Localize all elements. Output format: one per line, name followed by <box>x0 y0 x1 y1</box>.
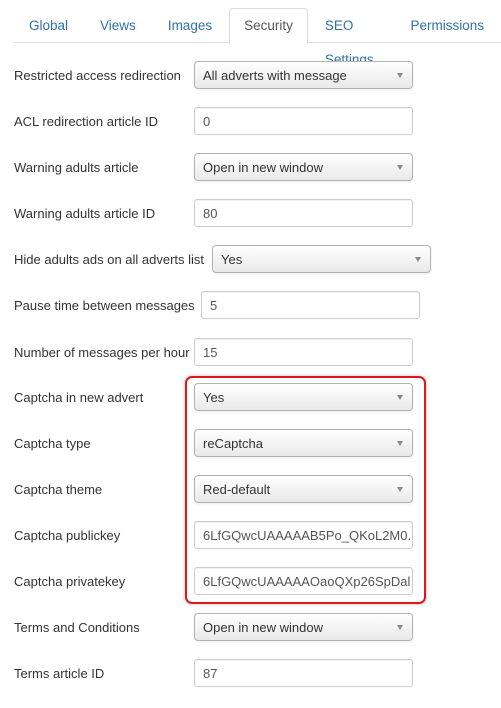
tab-images[interactable]: Images <box>153 8 227 43</box>
pause-time-input[interactable]: 5 <box>201 291 420 319</box>
terms-and-conditions-label: Terms and Conditions <box>14 619 140 635</box>
captcha-privatekey-input[interactable]: 6LfGQwcUAAAAAOaoQXp26SpDal <box>194 567 413 595</box>
tab-permissions[interactable]: Permissions <box>395 8 499 43</box>
tab-seo-settings[interactable]: SEO Settings <box>310 8 394 67</box>
captcha-type-select[interactable]: reCaptcha <box>194 429 413 457</box>
terms-article-id-row: Terms article ID <box>14 659 104 687</box>
captcha-publickey-row: Captcha publickey <box>14 521 120 549</box>
captcha-in-new-advert-row: Captcha in new advert <box>14 383 143 411</box>
acl-redirection-article-id-value: 0 <box>203 113 211 129</box>
restricted-access-redirection-select[interactable]: All adverts with message <box>194 61 413 89</box>
warning-adults-article-id-input[interactable]: 80 <box>194 199 413 227</box>
captcha-in-new-advert-select[interactable]: Yes <box>194 383 413 411</box>
hide-adults-ads-label: Hide adults ads on all adverts list <box>14 251 205 267</box>
chevron-down-icon <box>397 625 403 630</box>
captcha-privatekey-row: Captcha privatekey <box>14 567 125 595</box>
pause-time-value: 5 <box>210 297 218 313</box>
tab-views[interactable]: Views <box>85 8 151 43</box>
terms-and-conditions-select[interactable]: Open in new window <box>194 613 413 641</box>
hide-adults-ads-row: Hide adults ads on all adverts list <box>14 245 204 273</box>
acl-redirection-article-id-label: ACL redirection article ID <box>14 113 159 129</box>
restricted-access-redirection-value: All adverts with message <box>203 67 347 83</box>
terms-and-conditions-row: Terms and Conditions <box>14 613 140 641</box>
messages-per-hour-value: 15 <box>203 344 218 360</box>
restricted-access-redirection-label: Restricted access redirection <box>14 67 181 83</box>
pause-time-label: Pause time between messages <box>14 297 195 313</box>
settings-tabs: Global Views Images Security SEO Setting… <box>14 8 501 67</box>
chevron-down-icon <box>397 487 403 492</box>
pause-time-row: Pause time between messages <box>14 291 195 319</box>
chevron-down-icon <box>397 395 403 400</box>
chevron-down-icon <box>397 441 403 446</box>
acl-redirection-article-id-input[interactable]: 0 <box>194 107 413 135</box>
captcha-publickey-input[interactable]: 6LfGQwcUAAAAAB5Po_QKoL2M0. <box>194 521 413 549</box>
hide-adults-ads-select[interactable]: Yes <box>212 245 431 273</box>
terms-article-id-value: 87 <box>203 665 218 681</box>
terms-article-id-input[interactable]: 87 <box>194 659 413 687</box>
captcha-privatekey-value: 6LfGQwcUAAAAAOaoQXp26SpDal <box>203 573 411 589</box>
captcha-privatekey-label: Captcha privatekey <box>14 573 126 589</box>
messages-per-hour-input[interactable]: 15 <box>194 338 413 366</box>
captcha-in-new-advert-value: Yes <box>203 389 225 405</box>
captcha-type-label: Captcha type <box>14 435 91 451</box>
warning-adults-article-id-value: 80 <box>203 205 218 221</box>
messages-per-hour-label: Number of messages per hour <box>14 344 190 360</box>
terms-article-id-label: Terms article ID <box>14 665 105 681</box>
tab-security[interactable]: Security <box>229 8 308 44</box>
acl-redirection-article-id-row: ACL redirection article ID <box>14 107 158 135</box>
warning-adults-article-id-row: Warning adults article ID <box>14 199 155 227</box>
captcha-theme-select[interactable]: Red-default <box>194 475 413 503</box>
restricted-access-redirection-row: Restricted access redirection <box>14 61 181 89</box>
warning-adults-article-value: Open in new window <box>203 159 323 175</box>
warning-adults-article-label: Warning adults article <box>14 159 139 175</box>
warning-adults-article-row: Warning adults article <box>14 153 139 181</box>
terms-and-conditions-value: Open in new window <box>203 619 323 635</box>
chevron-down-icon <box>397 73 403 78</box>
captcha-publickey-label: Captcha publickey <box>14 527 121 543</box>
captcha-in-new-advert-label: Captcha in new advert <box>14 389 144 405</box>
captcha-theme-value: Red-default <box>203 481 271 497</box>
chevron-down-icon <box>415 257 421 262</box>
captcha-type-value: reCaptcha <box>203 435 263 451</box>
chevron-down-icon <box>397 165 403 170</box>
captcha-type-row: Captcha type <box>14 429 91 457</box>
captcha-theme-label: Captcha theme <box>14 481 103 497</box>
warning-adults-article-select[interactable]: Open in new window <box>194 153 413 181</box>
captcha-theme-row: Captcha theme <box>14 475 102 503</box>
warning-adults-article-id-label: Warning adults article ID <box>14 205 156 221</box>
captcha-publickey-value: 6LfGQwcUAAAAAB5Po_QKoL2M0. <box>203 527 412 543</box>
hide-adults-ads-value: Yes <box>221 251 243 267</box>
tab-global[interactable]: Global <box>14 8 83 43</box>
messages-per-hour-row: Number of messages per hour <box>14 338 190 366</box>
